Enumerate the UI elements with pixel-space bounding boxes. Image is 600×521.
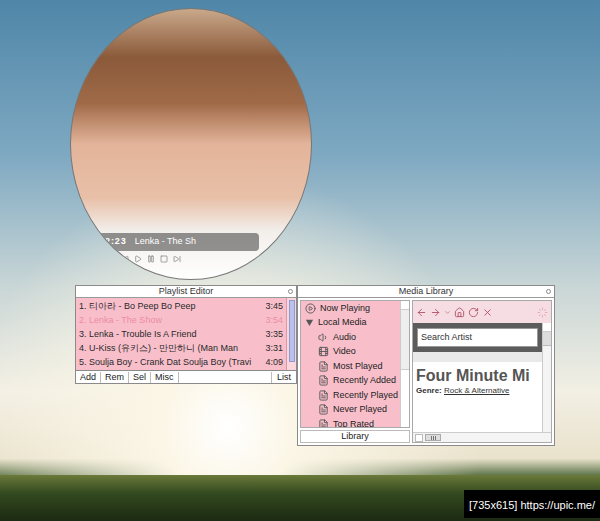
artist-heading: Four Minute Mi — [413, 362, 542, 385]
list-button[interactable]: List — [271, 372, 296, 383]
tree-item[interactable]: Most Played — [301, 359, 400, 374]
genre-link[interactable]: Rock & Alternative — [444, 386, 509, 395]
speaker-icon — [318, 332, 329, 343]
tree-item[interactable]: Top Rated — [301, 417, 400, 428]
playlist-button[interactable]: Sel — [129, 372, 151, 383]
playlist-row[interactable]: 5. Soulja Boy - Crank Dat Soulja Boy (Tr… — [76, 355, 286, 369]
playlist-window[interactable]: Playlist Editor1. 티아라 - Bo Peep Bo Peep3… — [75, 285, 297, 384]
playlist-scrollbar[interactable] — [286, 298, 296, 370]
next-icon[interactable] — [173, 255, 181, 263]
tree-item[interactable]: Local Media — [301, 316, 400, 331]
track-time: 2:23 — [105, 235, 127, 249]
playlist-body: 1. 티아라 - Bo Peep Bo Peep3:452. Lenka - T… — [76, 298, 296, 370]
film-icon — [318, 346, 329, 357]
playlist-row[interactable]: 3. Lenka - Trouble Is A Friend3:35 — [76, 327, 286, 341]
stop-icon[interactable] — [160, 255, 168, 263]
tree-item[interactable]: Recently Added — [301, 374, 400, 389]
view-icon — [318, 390, 329, 401]
tree-item[interactable]: Never Played — [301, 403, 400, 418]
player-controls — [121, 255, 181, 263]
previous-icon[interactable] — [121, 255, 129, 263]
close-dot[interactable] — [546, 289, 551, 294]
page-hscrollbar[interactable] — [413, 432, 551, 442]
browser-panel: Search Artist Four Minute MiGenre: Rock &… — [412, 300, 552, 443]
playlist-title-bar[interactable]: Playlist Editor — [76, 286, 296, 298]
play-icon[interactable] — [134, 255, 142, 263]
tree-item[interactable]: Recently Played — [301, 388, 400, 403]
playlist-button[interactable]: Rem — [101, 372, 129, 383]
playlist-rows: 1. 티아라 - Bo Peep Bo Peep3:452. Lenka - T… — [76, 298, 286, 370]
playlist-button[interactable]: Add — [76, 372, 101, 383]
genre-line: Genre: Rock & Alternative — [413, 385, 542, 396]
page-vscrollbar[interactable] — [542, 323, 551, 432]
close-dot[interactable] — [288, 289, 293, 294]
forward-icon[interactable] — [430, 307, 441, 318]
view-icon — [318, 404, 329, 415]
tree-scrollbar[interactable] — [400, 301, 409, 427]
tree-item[interactable]: Now Playing — [301, 301, 400, 316]
playlist-row[interactable]: 2. Lenka - The Show3:54 — [76, 313, 286, 327]
media-library-window[interactable]: Media Library Now PlayingLocal MediaAudio… — [297, 285, 555, 446]
browser-page: Search Artist Four Minute MiGenre: Rock &… — [413, 323, 542, 432]
expand-arrow-icon[interactable] — [305, 318, 314, 327]
watermark: [735x615] https://upic.me/ — [464, 490, 600, 518]
view-icon — [318, 361, 329, 372]
home-icon[interactable] — [454, 307, 465, 318]
playlist-button-bar: AddRemSelMisc List — [76, 370, 296, 383]
loading-icon — [537, 307, 548, 318]
play-icon — [305, 303, 316, 314]
pause-icon[interactable] — [147, 255, 155, 263]
search-header: Search Artist — [413, 323, 542, 352]
player[interactable]: 2:23 Lenka - The Sh — [70, 8, 312, 280]
tree-item[interactable]: Video — [301, 345, 400, 360]
track-title: Lenka - The Sh — [135, 235, 196, 249]
media-library-body: Now PlayingLocal MediaAudioVideoMost Pla… — [298, 298, 554, 445]
refresh-icon[interactable] — [468, 307, 479, 318]
stop-icon[interactable] — [482, 307, 493, 318]
view-icon — [318, 375, 329, 386]
tree-panel: Now PlayingLocal MediaAudioVideoMost Pla… — [300, 300, 410, 443]
search-field[interactable]: Search Artist — [417, 328, 538, 347]
library-button[interactable]: Library — [300, 430, 410, 443]
playlist-row[interactable]: 1. 티아라 - Bo Peep Bo Peep3:45 — [76, 299, 286, 313]
desktop: 2:23 Lenka - The Sh Playlist Editor1. 티아라 … — [0, 0, 600, 521]
media-library-title-bar[interactable]: Media Library — [298, 286, 554, 298]
player-display: 2:23 Lenka - The Sh — [97, 233, 259, 251]
playlist-button[interactable]: Misc — [151, 372, 179, 383]
tree: Now PlayingLocal MediaAudioVideoMost Pla… — [301, 301, 400, 427]
history-icon[interactable] — [444, 309, 451, 316]
tree-item[interactable]: Audio — [301, 330, 400, 345]
browser-toolbar — [413, 301, 551, 323]
playlist-row[interactable]: 4. U-Kiss (유키스) - 만만하니 (Man Man3:31 — [76, 341, 286, 355]
back-icon[interactable] — [416, 307, 427, 318]
view-icon — [318, 419, 329, 428]
